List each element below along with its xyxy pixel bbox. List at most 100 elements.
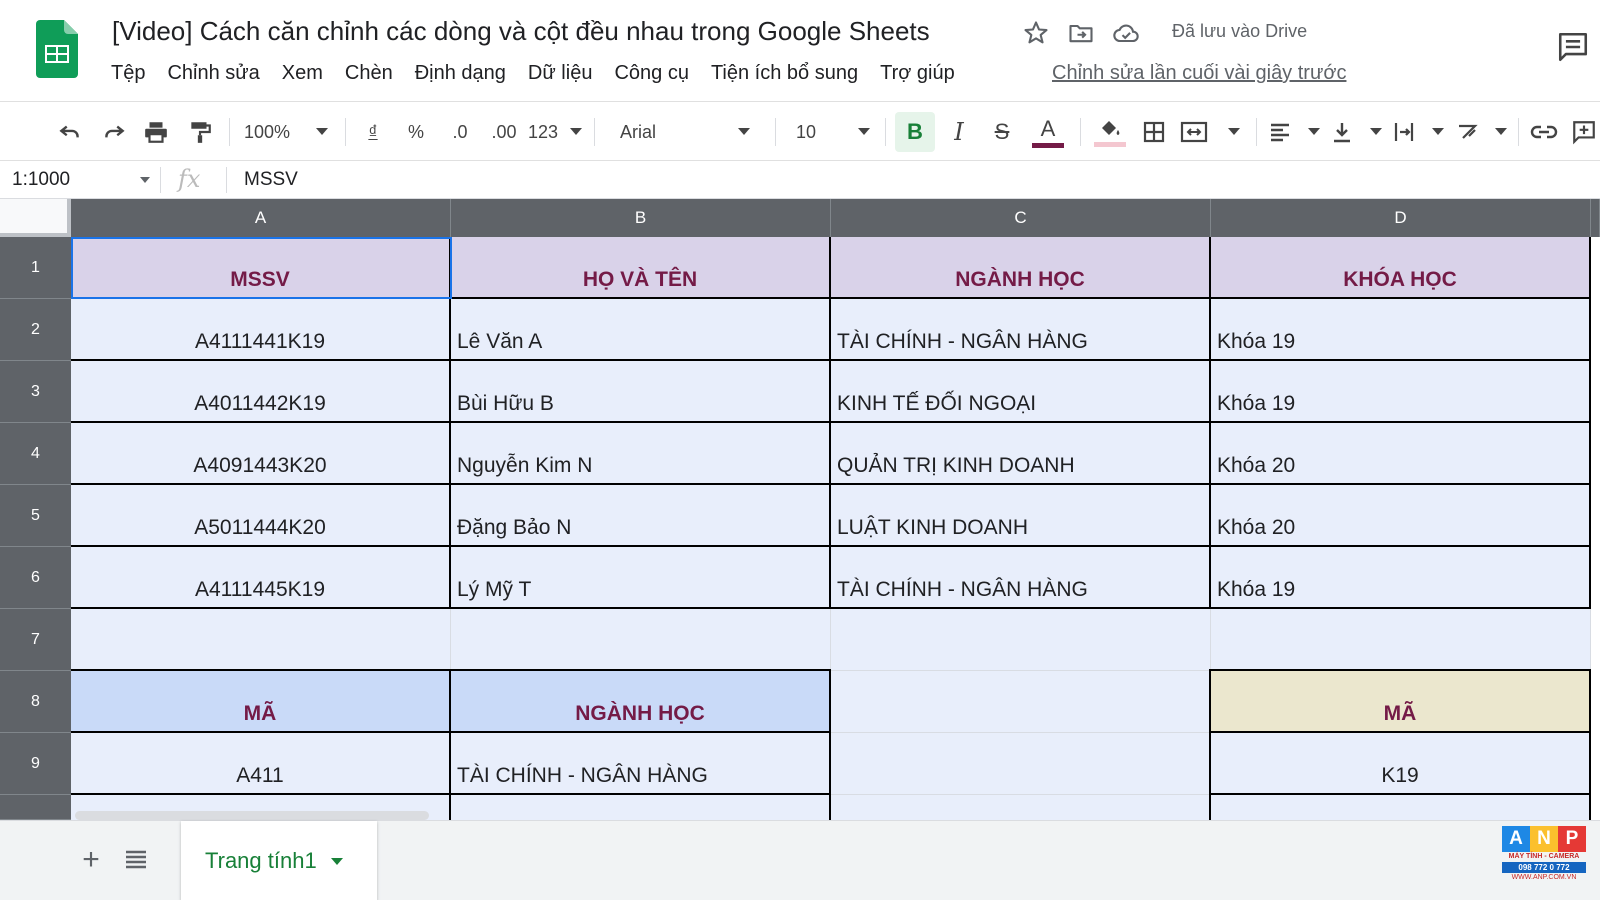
cell-c5[interactable]: LUẬT KINH DOANH — [831, 485, 1211, 547]
cell-b4[interactable]: Nguyễn Kim N — [451, 423, 831, 485]
column-header-e[interactable] — [1591, 199, 1600, 237]
row-header-1[interactable]: 1 — [0, 237, 71, 299]
cell-a5[interactable]: A5011444K20 — [71, 485, 451, 547]
menu-insert[interactable]: Chèn — [345, 62, 393, 85]
horizontal-align-button[interactable] — [1268, 102, 1320, 162]
cell-b1[interactable]: HỌ VÀ TÊN — [451, 237, 831, 299]
strikethrough-button[interactable]: S — [983, 102, 1021, 162]
cell-a6[interactable]: A4111445K19 — [71, 547, 451, 609]
column-header-c[interactable]: C — [831, 199, 1211, 237]
percent-format-button[interactable]: % — [399, 102, 433, 162]
menu-addons[interactable]: Tiện ích bổ sung — [711, 62, 858, 85]
cell-d9[interactable]: K19 — [1209, 733, 1591, 795]
cell-d4[interactable]: Khóa 20 — [1211, 423, 1591, 485]
borders-button[interactable] — [1134, 102, 1174, 162]
merge-cells-button[interactable] — [1180, 102, 1240, 162]
cell-a8[interactable]: MÃ — [71, 669, 451, 733]
text-color-button[interactable]: A — [1028, 102, 1068, 162]
cell-c1[interactable]: NGÀNH HỌC — [831, 237, 1211, 299]
cell-c6[interactable]: TÀI CHÍNH - NGÂN HÀNG — [831, 547, 1211, 609]
cell-b5[interactable]: Đặng Bảo N — [451, 485, 831, 547]
row-header-5[interactable]: 5 — [0, 485, 71, 547]
italic-button[interactable]: I — [940, 102, 978, 162]
menu-file[interactable]: Tệp — [111, 62, 145, 85]
all-sheets-list-icon[interactable] — [124, 847, 148, 871]
formula-input[interactable]: MSSV — [244, 169, 298, 191]
name-box[interactable]: 1:1000 — [12, 169, 70, 191]
cell-a7[interactable] — [71, 609, 451, 671]
cell-b7[interactable] — [451, 609, 831, 671]
row-header-3[interactable]: 3 — [0, 361, 71, 423]
add-sheet-icon[interactable]: + — [76, 843, 106, 877]
last-edit-link[interactable]: Chỉnh sửa lần cuối vài giây trước — [1052, 62, 1346, 85]
insert-comment-button[interactable] — [1568, 102, 1600, 162]
cell-d3[interactable]: Khóa 19 — [1211, 361, 1591, 423]
column-header-a[interactable]: A — [71, 199, 451, 237]
menu-tools[interactable]: Công cụ — [614, 62, 689, 85]
cell-b10[interactable] — [451, 795, 831, 820]
currency-format-button[interactable]: ₫ — [356, 102, 390, 162]
text-rotation-button[interactable] — [1455, 102, 1507, 162]
cell-a3[interactable]: A4011442K19 — [71, 361, 451, 423]
redo-button[interactable] — [96, 102, 132, 162]
zoom-select[interactable]: 100% — [240, 102, 332, 162]
insert-link-button[interactable] — [1526, 102, 1562, 162]
font-select[interactable]: Arial — [606, 102, 754, 162]
move-folder-icon[interactable] — [1067, 19, 1095, 47]
increase-decimal-button[interactable]: .00 — [484, 102, 524, 162]
column-header-b[interactable]: B — [451, 199, 831, 237]
name-box-caret-icon[interactable] — [140, 177, 150, 183]
paint-format-button[interactable] — [182, 102, 218, 162]
row-header-2[interactable]: 2 — [0, 299, 71, 361]
cell-c10[interactable] — [831, 795, 1211, 820]
cloud-saved-icon[interactable] — [1112, 20, 1140, 48]
row-header-6[interactable]: 6 — [0, 547, 71, 609]
cell-c2[interactable]: TÀI CHÍNH - NGÂN HÀNG — [831, 299, 1211, 361]
menu-help[interactable]: Trợ giúp — [880, 62, 955, 85]
menu-edit[interactable]: Chỉnh sửa — [167, 62, 259, 85]
bold-button[interactable]: B — [895, 112, 935, 152]
print-button[interactable] — [138, 102, 174, 162]
sheet-tab-trang-tinh-1[interactable]: Trang tính1 — [181, 821, 377, 900]
select-all-corner[interactable] — [0, 199, 71, 237]
cell-d10[interactable] — [1209, 795, 1591, 820]
cell-d8[interactable]: MÃ — [1209, 669, 1591, 733]
vertical-align-button[interactable] — [1330, 102, 1382, 162]
cell-d6[interactable]: Khóa 19 — [1211, 547, 1591, 609]
sheet-tab-caret-icon[interactable] — [330, 857, 343, 865]
cell-d7[interactable] — [1211, 609, 1591, 671]
cell-a9[interactable]: A411 — [71, 733, 451, 795]
comments-icon[interactable] — [1556, 30, 1590, 64]
font-size-select[interactable]: 10 — [786, 102, 874, 162]
row-header-4[interactable]: 4 — [0, 423, 71, 485]
cell-a2[interactable]: A4111441K19 — [71, 299, 451, 361]
row-header-10[interactable] — [0, 795, 71, 820]
cell-d2[interactable]: Khóa 19 — [1211, 299, 1591, 361]
decrease-decimal-button[interactable]: .0 — [441, 102, 479, 162]
cell-a4[interactable]: A4091443K20 — [71, 423, 451, 485]
cell-b6[interactable]: Lý Mỹ T — [451, 547, 831, 609]
cell-b2[interactable]: Lê Văn A — [451, 299, 831, 361]
document-title[interactable]: [Video] Cách căn chỉnh các dòng và cột đ… — [112, 16, 930, 47]
row-header-7[interactable]: 7 — [0, 609, 71, 671]
more-formats-button[interactable]: 123 — [528, 102, 582, 162]
menu-view[interactable]: Xem — [282, 62, 323, 85]
star-icon[interactable] — [1022, 19, 1050, 47]
cell-c7[interactable] — [831, 609, 1211, 671]
cell-c4[interactable]: QUẢN TRỊ KINH DOANH — [831, 423, 1211, 485]
sheets-logo-icon[interactable] — [36, 20, 78, 78]
cell-d1[interactable]: KHÓA HỌC — [1211, 237, 1591, 299]
horizontal-scrollbar[interactable] — [75, 811, 429, 820]
cell-a1[interactable]: MSSV — [71, 237, 451, 299]
row-header-8[interactable]: 8 — [0, 671, 71, 733]
cell-b9[interactable]: TÀI CHÍNH - NGÂN HÀNG — [451, 733, 831, 795]
fill-color-button[interactable] — [1090, 102, 1130, 162]
column-header-d[interactable]: D — [1211, 199, 1591, 237]
cell-b3[interactable]: Bùi Hữu B — [451, 361, 831, 423]
menu-format[interactable]: Định dạng — [415, 62, 506, 85]
row-header-9[interactable]: 9 — [0, 733, 71, 795]
cell-c9[interactable] — [831, 733, 1211, 795]
cell-d5[interactable]: Khóa 20 — [1211, 485, 1591, 547]
cell-b8[interactable]: NGÀNH HỌC — [451, 669, 831, 733]
undo-button[interactable] — [52, 102, 88, 162]
